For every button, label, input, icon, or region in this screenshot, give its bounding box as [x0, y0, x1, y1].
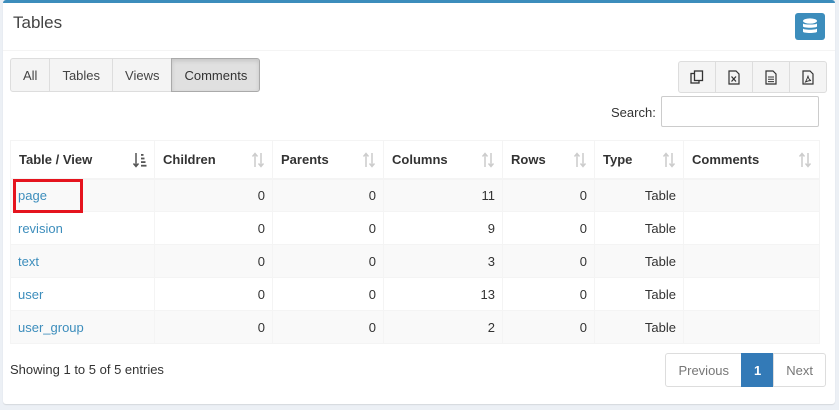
rows-cell: 0 [502, 211, 595, 245]
type-cell: Table [594, 277, 684, 311]
sort-both-icon [481, 152, 495, 168]
column-header-comments[interactable]: Comments [683, 140, 820, 180]
table-row: text 0 0 3 0 Table [10, 244, 820, 278]
entries-info: Showing 1 to 5 of 5 entries [10, 362, 164, 377]
pagination: Previous 1 Next [665, 353, 826, 387]
comments-cell [683, 277, 820, 311]
rows-cell: 0 [502, 277, 595, 311]
children-cell: 0 [154, 277, 273, 311]
table-header-row: Table / View Children Parents Columns Ro… [10, 140, 820, 180]
table-link-user[interactable]: user [18, 287, 43, 302]
column-header-label: Columns [392, 151, 448, 167]
table-row: user 0 0 13 0 Table [10, 277, 820, 311]
filter-all-button[interactable]: All [10, 58, 51, 92]
sort-both-icon [573, 152, 587, 168]
rows-cell: 0 [502, 178, 595, 212]
column-header-parents[interactable]: Parents [272, 140, 384, 180]
search-label: Search: [611, 105, 656, 120]
page-1-button[interactable]: 1 [741, 353, 775, 387]
column-header-children[interactable]: Children [154, 140, 273, 180]
columns-cell: 3 [383, 244, 503, 278]
pdf-button[interactable] [789, 61, 827, 93]
parents-cell: 0 [272, 178, 384, 212]
csv-button[interactable] [752, 61, 790, 93]
columns-cell: 11 [383, 178, 503, 212]
comments-cell [683, 244, 820, 278]
columns-cell: 2 [383, 310, 503, 344]
sort-both-icon [798, 152, 812, 168]
panel-header: Tables [3, 3, 835, 51]
export-buttons [678, 61, 827, 93]
comments-cell [683, 310, 820, 344]
table-link-page[interactable]: page [18, 188, 47, 203]
filter-tables-button[interactable]: Tables [49, 58, 114, 92]
type-cell: Table [594, 310, 684, 344]
table-name-cell: page [10, 178, 155, 212]
copy-icon [690, 70, 704, 84]
rows-cell: 0 [502, 244, 595, 278]
pdf-icon [802, 69, 814, 85]
filter-comments-button[interactable]: Comments [171, 58, 261, 92]
children-cell: 0 [154, 178, 273, 212]
column-header-label: Comments [692, 151, 760, 167]
column-header-rows[interactable]: Rows [502, 140, 595, 180]
database-icon [803, 17, 817, 33]
database-button[interactable] [795, 13, 825, 40]
children-cell: 0 [154, 310, 273, 344]
table-link-user-group[interactable]: user_group [18, 320, 84, 335]
columns-cell: 9 [383, 211, 503, 245]
search-input[interactable] [661, 96, 819, 127]
parents-cell: 0 [272, 244, 384, 278]
columns-cell: 13 [383, 277, 503, 311]
table-row: user_group 0 0 2 0 Table [10, 310, 820, 344]
table-link-text[interactable]: text [18, 254, 39, 269]
tables-table: Table / View Children Parents Columns Ro… [10, 140, 820, 344]
parents-cell: 0 [272, 310, 384, 344]
column-header-type[interactable]: Type [594, 140, 684, 180]
type-cell: Table [594, 244, 684, 278]
filter-views-button[interactable]: Views [112, 58, 173, 92]
table-row: revision 0 0 9 0 Table [10, 211, 820, 245]
excel-icon [728, 69, 740, 85]
table-link-revision[interactable]: revision [18, 221, 63, 236]
type-cell: Table [594, 211, 684, 245]
sort-both-icon [251, 152, 265, 168]
column-header-table-view[interactable]: Table / View [10, 140, 155, 180]
excel-button[interactable] [715, 61, 753, 93]
table-name-cell: user [10, 277, 155, 311]
table-name-cell: text [10, 244, 155, 278]
column-header-label: Parents [281, 151, 329, 167]
page-title: Tables [13, 13, 63, 32]
table-type-filter: All Tables Views Comments [10, 58, 261, 92]
children-cell: 0 [154, 211, 273, 245]
csv-icon [765, 69, 777, 85]
column-header-label: Rows [511, 151, 546, 167]
comments-cell [683, 178, 820, 212]
column-header-label: Table / View [19, 151, 93, 167]
previous-page-button[interactable]: Previous [665, 353, 743, 387]
column-header-label: Children [163, 151, 216, 167]
comments-cell [683, 211, 820, 245]
parents-cell: 0 [272, 277, 384, 311]
table-row: page 0 0 11 0 Table [10, 178, 820, 212]
sort-ascending-icon [133, 153, 147, 168]
column-header-columns[interactable]: Columns [383, 140, 503, 180]
children-cell: 0 [154, 244, 273, 278]
table-name-cell: revision [10, 211, 155, 245]
table-name-cell: user_group [10, 310, 155, 344]
rows-cell: 0 [502, 310, 595, 344]
copy-button[interactable] [678, 61, 716, 93]
next-page-button[interactable]: Next [773, 353, 826, 387]
column-header-label: Type [603, 151, 633, 167]
sort-both-icon [662, 152, 676, 168]
type-cell: Table [594, 178, 684, 212]
sort-both-icon [362, 152, 376, 168]
parents-cell: 0 [272, 211, 384, 245]
